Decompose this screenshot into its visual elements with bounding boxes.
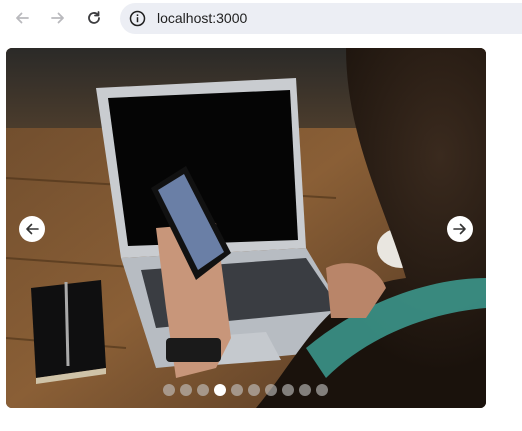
- slide-indicator-dot[interactable]: [231, 384, 243, 396]
- address-bar[interactable]: localhost:3000: [120, 3, 522, 34]
- reload-icon: [88, 11, 100, 24]
- slide-indicators: [163, 384, 328, 396]
- slide-indicator-dot[interactable]: [163, 384, 175, 396]
- arrow-left-icon: [16, 12, 29, 24]
- site-info-button[interactable]: [129, 10, 146, 27]
- slide-indicator-dot[interactable]: [299, 384, 311, 396]
- forward-button[interactable]: [46, 6, 70, 30]
- arrow-right-icon: [51, 12, 64, 24]
- arrow-left-icon: [26, 223, 39, 235]
- url-text: localhost:3000: [157, 10, 248, 26]
- back-button[interactable]: [10, 6, 34, 30]
- slide-indicator-dot[interactable]: [248, 384, 260, 396]
- image-carousel: [6, 48, 486, 408]
- arrow-right-icon: [453, 223, 466, 235]
- reload-button[interactable]: [82, 6, 106, 30]
- previous-slide-button[interactable]: [19, 216, 45, 242]
- slide-indicator-dot[interactable]: [197, 384, 209, 396]
- slide-indicator-dot[interactable]: [180, 384, 192, 396]
- browser-toolbar: localhost:3000: [0, 0, 522, 36]
- slide-indicator-dot[interactable]: [316, 384, 328, 396]
- next-slide-button[interactable]: [447, 216, 473, 242]
- slide-indicator-dot[interactable]: [282, 384, 294, 396]
- slide-image: [6, 48, 486, 408]
- info-icon: [129, 10, 146, 27]
- slide-indicator-dot[interactable]: [265, 384, 277, 396]
- slide-indicator-dot[interactable]: [214, 384, 226, 396]
